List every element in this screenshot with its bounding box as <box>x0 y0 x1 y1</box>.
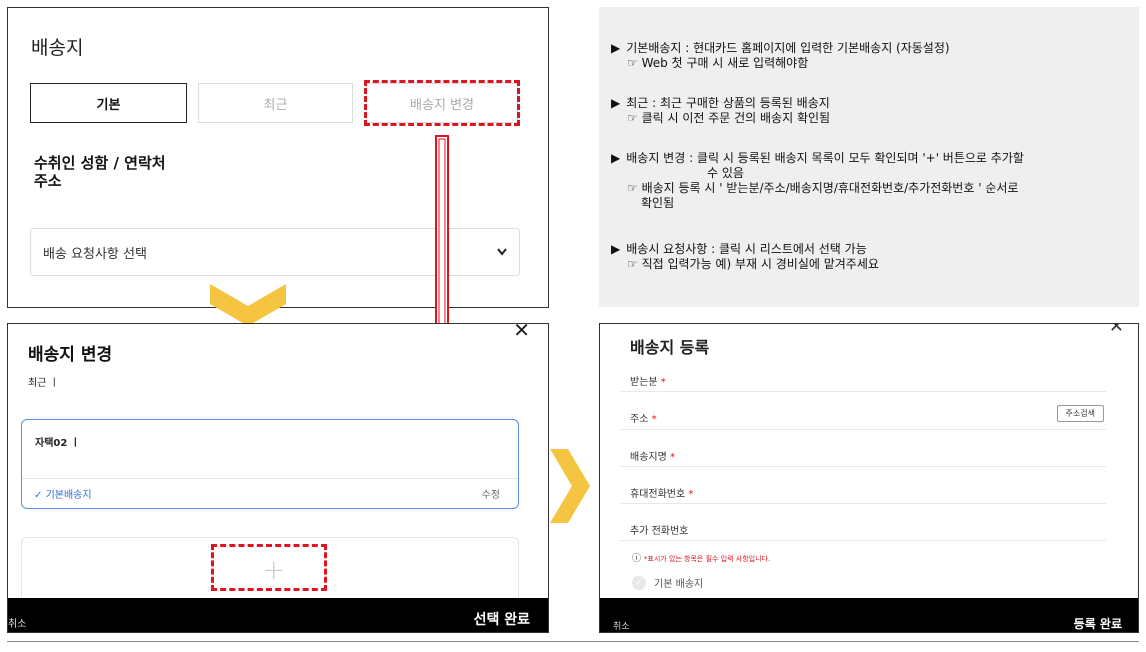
select-complete-button[interactable]: 선택 완료 <box>474 609 530 629</box>
field-recipient[interactable]: 받는분 * <box>630 373 666 388</box>
hand-pointer-icon: ☞ <box>627 257 642 271</box>
check-icon: ✓ <box>34 490 46 501</box>
check-icon: ✓ <box>632 575 646 590</box>
info-change-address: ▶ 배송지 변경 : 클릭 시 등록된 배송지 목록이 모두 확인되며 '+' 버… <box>611 151 1024 210</box>
field-extra-phone[interactable]: 추가 전화번호 <box>630 522 688 537</box>
required-mark: * <box>688 489 694 500</box>
panel-title: 배송지 변경 <box>28 345 113 365</box>
hand-pointer-icon: ☞ <box>627 111 642 125</box>
delivery-request-label: 배송 요청사항 선택 <box>43 246 147 262</box>
cancel-button[interactable]: 취소 <box>8 615 26 630</box>
recipient-name-contact: 수취인 성함 / 연락처 <box>34 154 166 172</box>
field-mobile[interactable]: 휴대전화번호 * <box>630 485 693 500</box>
footer-bar <box>600 598 1138 632</box>
field-label: 배송지명 <box>630 452 667 463</box>
info-title: 최근 : 최근 구매한 상품의 등록된 배송지 <box>626 96 830 110</box>
info-title: 기본배송지 : 현대카드 홈페이지에 입력한 기본배송지 (자동설정) <box>626 41 950 55</box>
chevron-down-icon <box>497 245 507 260</box>
info-sub: 클릭 시 이전 주문 건의 배송지 확인됨 <box>641 111 831 125</box>
yellow-down-arrow <box>210 284 286 326</box>
divider <box>620 540 1106 541</box>
page-title: 배송지 <box>31 37 84 59</box>
default-address-checkbox[interactable]: ✓ 기본 배송지 <box>632 575 703 590</box>
info-title: 배송시 요청사항 : 클릭 시 리스트에서 선택 가능 <box>626 242 867 256</box>
close-icon[interactable]: ✕ <box>1109 324 1124 337</box>
field-address-name[interactable]: 배송지명 * <box>630 448 675 463</box>
required-note: ⓘ *표시가 있는 항목은 필수 입력 사항입니다. <box>632 551 770 564</box>
default-address-label: 기본 배송지 <box>654 579 704 590</box>
divider <box>620 503 1106 504</box>
recent-label: 최근 ㅣ <box>28 378 59 389</box>
default-address-label: 기본배송지 <box>45 490 92 501</box>
recipient-info: 수취인 성함 / 연락처 주소 <box>34 154 166 190</box>
recipient-address: 주소 <box>34 172 62 190</box>
field-address[interactable]: 주소 * <box>630 410 657 425</box>
close-icon[interactable]: ✕ <box>513 324 530 342</box>
info-title: 배송지 변경 : 클릭 시 등록된 배송지 목록이 모두 확인되며 '+' 버튼… <box>626 151 1024 165</box>
address-card[interactable]: 자택02 ㅣ ✓ 기본배송지 수정 <box>21 419 519 509</box>
address-name: 자택02 ㅣ <box>35 438 80 449</box>
register-complete-button[interactable]: 등록 완료 <box>1074 615 1122 632</box>
info-sub: Web 첫 구매 시 새로 입력해야함 <box>641 56 809 70</box>
panel-title: 배송지 등록 <box>630 338 710 357</box>
highlight-box <box>364 80 520 126</box>
info-default-address: ▶ 기본배송지 : 현대카드 홈페이지에 입력한 기본배송지 (자동설정) ☞ W… <box>611 41 950 70</box>
hand-pointer-icon: ☞ <box>627 181 642 195</box>
required-mark: * <box>651 414 657 425</box>
info-recent: ▶ 최근 : 최근 구매한 상품의 등록된 배송지 ☞ 클릭 시 이전 주문 건의… <box>611 96 831 125</box>
cancel-button[interactable]: 취소 <box>613 619 630 632</box>
field-label: 주소 <box>630 414 649 425</box>
info-delivery-request: ▶ 배송시 요청사항 : 클릭 시 리스트에서 선택 가능 ☞ 직접 입력가능 예… <box>611 242 879 271</box>
delivery-address-panel: 배송지 기본 최근 배송지 변경 수취인 성함 / 연락처 주소 배송 요청사항… <box>7 7 549 308</box>
divider <box>620 466 1106 467</box>
plus-highlight-box <box>211 544 327 591</box>
field-label: 휴대전화번호 <box>630 489 686 500</box>
yellow-right-arrow <box>550 449 590 523</box>
tab-basic[interactable]: 기본 <box>30 83 187 123</box>
info-sub: 배송지 등록 시 ' 받는분/주소/배송지명/휴대전화번호/추가전화번호 ' 순… <box>641 181 1019 195</box>
footer-bar <box>8 598 548 632</box>
address-search-button[interactable]: 주소검색 <box>1056 405 1104 422</box>
hand-pointer-icon: ☞ <box>627 56 642 70</box>
edit-button[interactable]: 수정 <box>482 486 500 501</box>
required-mark: * <box>670 452 675 463</box>
info-icon: ⓘ <box>632 554 644 564</box>
register-address-panel: 배송지 등록 ✕ 받는분 * 주소 * 주소검색 배송지명 * 휴대전화번호 *… <box>599 323 1139 633</box>
info-sub-cont: 확인됨 <box>641 196 675 210</box>
required-mark: * <box>660 377 666 388</box>
bottom-divider <box>7 641 1139 642</box>
tab-recent[interactable]: 최근 <box>198 83 353 123</box>
divider <box>620 429 1106 430</box>
info-description-box: ▶ 기본배송지 : 현대카드 홈페이지에 입력한 기본배송지 (자동설정) ☞ W… <box>599 7 1139 307</box>
default-address-tag: ✓ 기본배송지 <box>34 486 92 501</box>
field-label: 추가 전화번호 <box>630 526 689 537</box>
field-label: 받는분 <box>630 377 658 388</box>
info-title-cont: 수 있음 <box>707 166 744 180</box>
divider <box>22 478 518 479</box>
info-sub: 직접 입력가능 예) 부재 시 경비실에 맡겨주세요 <box>641 257 879 271</box>
required-note-text: *표시가 있는 항목은 필수 입력 사항입니다. <box>643 555 771 563</box>
divider <box>620 391 1106 392</box>
